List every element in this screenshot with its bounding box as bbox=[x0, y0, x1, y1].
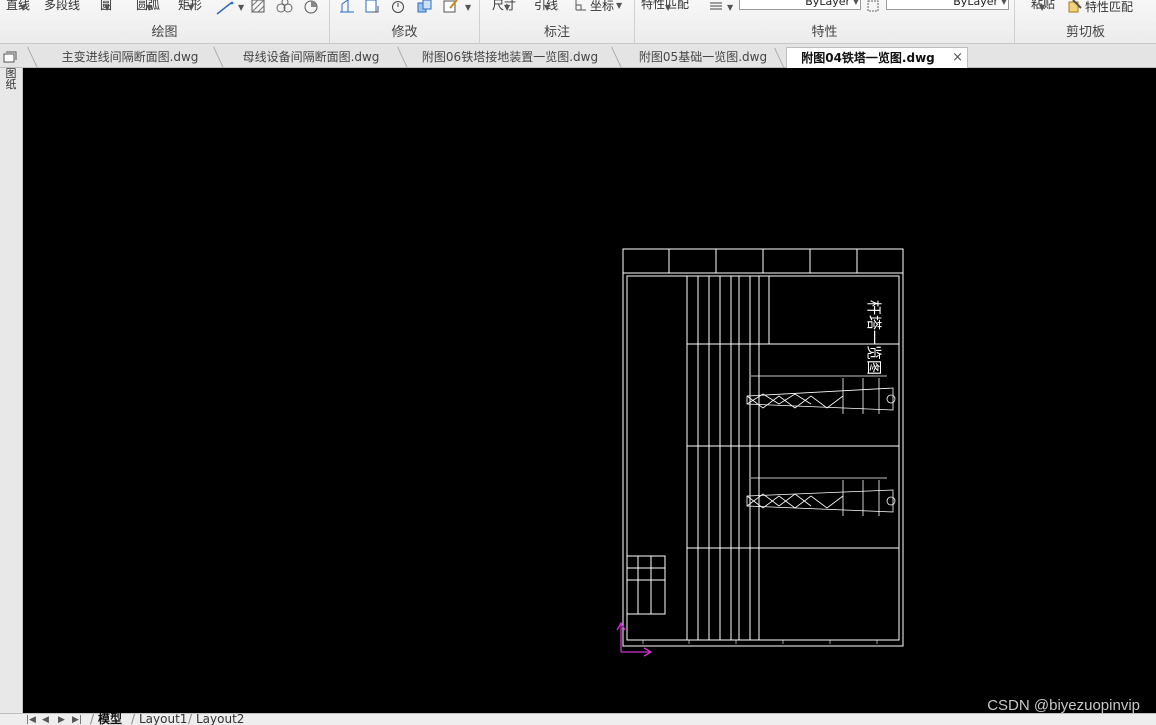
spline-icon[interactable] bbox=[216, 0, 236, 16]
next-layout-button[interactable]: ▶ bbox=[58, 715, 65, 725]
transparency-icon[interactable] bbox=[867, 0, 879, 14]
file-tab-4[interactable]: 附图04铁塔一览图.dwg × bbox=[786, 47, 968, 68]
coordinate-icon bbox=[575, 0, 586, 11]
layout-tab-layout1[interactable]: Layout1 bbox=[131, 713, 187, 725]
coordinate-tool[interactable]: 坐标 ▼ bbox=[574, 0, 622, 13]
modify-panel-title: 修改 bbox=[391, 25, 418, 40]
match-properties-label: 特性匹配 bbox=[1085, 0, 1134, 14]
title-block-text: 杆塔一览图 bbox=[865, 300, 883, 375]
linetype-select-value: ByLayer bbox=[805, 0, 850, 8]
file-tab-2[interactable]: 附图06铁塔接地装置一览图.dwg bbox=[410, 47, 610, 68]
coordinate-dropdown-arrow[interactable]: ▼ bbox=[616, 1, 622, 10]
color-dropdown-arrow: ▼ bbox=[1000, 0, 1007, 6]
stretch-icon[interactable] bbox=[338, 0, 356, 14]
polyline-tool[interactable]: 多段线 bbox=[44, 0, 80, 12]
file-tab-1[interactable]: 母线设备间隔断面图.dwg bbox=[226, 47, 396, 68]
scale-icon[interactable] bbox=[364, 0, 380, 14]
boundary-icon[interactable] bbox=[302, 0, 320, 14]
color-select[interactable]: ByLayer ▼ bbox=[886, 0, 1009, 10]
file-tab-label: 母线设备间隔断面图.dwg bbox=[242, 50, 380, 64]
first-layout-button[interactable]: |◀ bbox=[26, 715, 36, 725]
clipboard-panel: 粘贴 ▼ 特性匹配 剪切板 bbox=[1015, 0, 1156, 44]
sidebar-label: 图纸 bbox=[5, 67, 17, 91]
rectangle-dropdown-arrow[interactable]: ▼ bbox=[188, 3, 194, 12]
watermark-text: CSDN @biyezuopinvip bbox=[987, 697, 1140, 714]
prev-layout-button[interactable]: ◀ bbox=[42, 715, 49, 725]
linetype-dropdown-arrow: ▼ bbox=[852, 0, 859, 6]
clipboard-panel-title: 剪切板 bbox=[1065, 25, 1105, 40]
draw-panel: 直线 ▼ 多段线 圆 ▼ 圆弧 ▼ 矩形 ▼ ▼ 绘图 bbox=[0, 0, 330, 44]
linetype-select[interactable]: ByLayer ▼ bbox=[739, 0, 861, 10]
file-tab-0[interactable]: 主变进线间隔断面图.dwg bbox=[40, 47, 220, 68]
lineweight-dropdown-arrow[interactable]: ▼ bbox=[727, 3, 733, 12]
modify-dropdown-arrow[interactable]: ▼ bbox=[465, 3, 471, 12]
region-icon[interactable] bbox=[276, 0, 294, 14]
layout-tab-layout2[interactable]: Layout2 bbox=[188, 713, 244, 725]
polyline-tool-label: 多段线 bbox=[44, 0, 81, 12]
leader-dropdown-arrow[interactable]: ▼ bbox=[544, 3, 550, 12]
sheet-set-sidebar[interactable]: 图纸 bbox=[0, 68, 23, 713]
paste-dropdown-arrow[interactable]: ▼ bbox=[1039, 3, 1045, 12]
properties-panel-title: 特性 bbox=[811, 25, 838, 40]
file-tab-label: 附图06铁塔接地装置一览图.dwg bbox=[421, 50, 599, 64]
layout-tab-model[interactable]: 模型 bbox=[90, 713, 122, 725]
edit-icon[interactable] bbox=[442, 0, 460, 14]
tab-list-icon[interactable] bbox=[3, 51, 17, 66]
close-tab-icon[interactable]: × bbox=[952, 48, 963, 68]
file-tab-label: 附图04铁塔一览图.dwg bbox=[801, 51, 935, 65]
hatch-icon[interactable] bbox=[250, 0, 266, 14]
line-tool[interactable]: 直线 bbox=[6, 0, 30, 12]
file-tab-3[interactable]: 附图05基础一览图.dwg bbox=[624, 47, 782, 68]
rotate-icon[interactable] bbox=[390, 0, 406, 14]
file-tab-label: 附图05基础一览图.dwg bbox=[638, 50, 768, 64]
lineweight-icon[interactable] bbox=[709, 0, 723, 14]
circle-dropdown-arrow[interactable]: ▼ bbox=[104, 3, 110, 12]
spline-dropdown-arrow[interactable]: ▼ bbox=[238, 3, 244, 12]
file-tab-label: 主变进线间隔断面图.dwg bbox=[61, 50, 199, 64]
file-tab-bar: 主变进线间隔断面图.dwg 母线设备间隔断面图.dwg 附图06铁塔接地装置一览… bbox=[0, 44, 1156, 68]
tower-drawing-sheet: 杆塔一览图 bbox=[616, 248, 904, 657]
draw-panel-title: 绘图 bbox=[151, 25, 178, 40]
line-tool-label: 直线 bbox=[6, 0, 31, 12]
dimension-dropdown-arrow[interactable]: ▼ bbox=[504, 3, 510, 12]
match-properties-tool[interactable]: 特性匹配 bbox=[1067, 0, 1133, 14]
modify-panel: ▼ 修改 bbox=[330, 0, 480, 44]
properties-panel: 特性匹配 ▼ ▼ ByLayer ▼ ByLayer ▼ 特性 bbox=[635, 0, 1015, 44]
match-layer-dropdown-arrow[interactable]: ▼ bbox=[665, 3, 671, 12]
layout-tab-bar: |◀ ◀ ▶ ▶| 模型 Layout1 Layout2 bbox=[0, 713, 1156, 725]
annotate-panel: 尺寸 ▼ 引线 ▼ 坐标 ▼ 标注 bbox=[480, 0, 635, 44]
array-icon[interactable] bbox=[416, 0, 434, 14]
ribbon: 直线 ▼ 多段线 圆 ▼ 圆弧 ▼ 矩形 ▼ ▼ 绘图 ▼ 修改 尺寸 ▼ 引线… bbox=[0, 0, 1156, 44]
arc-dropdown-arrow[interactable]: ▼ bbox=[146, 3, 152, 12]
coordinate-tool-label: 坐标 bbox=[590, 0, 615, 13]
color-select-value: ByLayer bbox=[953, 0, 998, 8]
last-layout-button[interactable]: ▶| bbox=[72, 715, 82, 725]
annotate-panel-title: 标注 bbox=[543, 25, 570, 40]
match-properties-icon bbox=[1068, 0, 1082, 13]
line-dropdown-arrow[interactable]: ▼ bbox=[20, 3, 26, 12]
drawing-canvas[interactable]: 杆塔一览图 CSDN @biyezuopinvip bbox=[23, 68, 1156, 714]
